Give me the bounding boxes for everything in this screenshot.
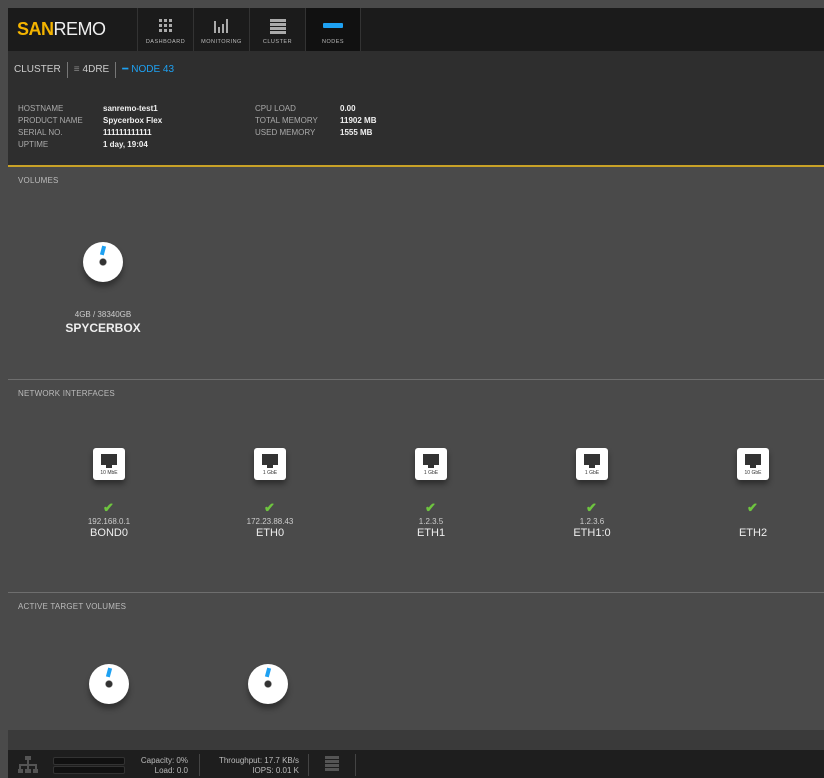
breadcrumb-cluster[interactable]: CLUSTER	[8, 64, 67, 75]
used-memory-label: USED MEMORY	[255, 128, 316, 137]
nav-dashboard-label: DASHBOARD	[145, 39, 186, 45]
interface-ip: 192.168.0.1	[87, 517, 131, 526]
nav-cluster-label: CLUSTER	[262, 39, 293, 45]
node-info-right: CPU LOAD 0.00 TOTAL MEMORY 11902 MB USED M…	[255, 103, 376, 139]
breadcrumb: CLUSTER ≡ 4DRE ━ NODE 43	[8, 51, 824, 88]
load-bar	[53, 766, 125, 774]
top-navigation: SAN REMO DASHBOARD MONITORING CLUSTER NOD…	[8, 8, 824, 51]
status-divider	[308, 754, 309, 776]
status-divider	[199, 754, 200, 776]
product-name-value: Spycerbox Flex	[103, 116, 163, 125]
network-port-icon[interactable]: 10 MbE	[93, 448, 125, 484]
server-stack-icon	[269, 17, 286, 35]
interface-ip: 1.2.3.6	[579, 517, 605, 526]
interface-item[interactable]: 192.168.0.1 BOND0	[64, 517, 154, 539]
interface-speed: 1 GbE	[584, 470, 600, 476]
sanremo-logo[interactable]: SAN REMO	[8, 8, 137, 51]
breadcrumb-node[interactable]: ━ NODE 43	[116, 64, 180, 75]
active-target-volumes-section: ACTIVE TARGET VOLUMES	[8, 593, 824, 730]
iops-text: IOPS: 0.01 K	[252, 766, 299, 775]
nav-nodes[interactable]: NODES	[305, 8, 361, 51]
throughput-text: Throughput: 17.7 KB/s	[218, 756, 299, 765]
volume-item[interactable]: 4GB / 38340GB SPYCERBOX	[53, 310, 153, 335]
interface-ip: 172.23.88.43	[246, 517, 294, 526]
breadcrumb-node-label: NODE 43	[131, 64, 175, 75]
nav-nodes-label: NODES	[321, 39, 345, 45]
interface-item[interactable]: 1.2.3.5 ETH1	[386, 517, 476, 539]
node-info-left: HOSTNAME sanremo-test1 PRODUCT NAME Spycer…	[18, 103, 162, 151]
grid-icon	[158, 17, 173, 35]
status-bar: Capacity: 0% Load: 0.0 Throughput: 17.7 …	[8, 730, 824, 778]
interface-name: ETH0	[255, 527, 285, 539]
checkmark-icon: ✔	[586, 500, 597, 515]
status-divider	[355, 754, 356, 776]
target-volume-disk-icon[interactable]	[248, 664, 288, 704]
total-memory-value: 11902 MB	[340, 116, 377, 125]
breadcrumb-group[interactable]: ≡ 4DRE	[68, 64, 116, 75]
node-icon: ━	[122, 64, 129, 75]
nav-dashboard[interactable]: DASHBOARD	[137, 8, 193, 51]
status-bar-strip	[8, 730, 824, 750]
serial-label: SERIAL NO.	[18, 128, 63, 137]
interface-speed: 10 GbE	[744, 470, 762, 476]
load-text: Load: 0.0	[154, 766, 188, 775]
checkmark-icon: ✔	[425, 500, 436, 515]
network-port-icon[interactable]: 1 GbE	[576, 448, 608, 484]
serial-value: 111111111111	[103, 128, 152, 137]
cpu-load-label: CPU LOAD	[255, 104, 296, 113]
interface-ip	[708, 517, 798, 527]
volume-size: 4GB / 38340GB	[74, 310, 132, 319]
network-title: NETWORK INTERFACES	[18, 389, 115, 398]
target-volume-disk-icon[interactable]	[89, 664, 129, 704]
interface-speed: 10 MbE	[100, 470, 118, 476]
nav-monitoring[interactable]: MONITORING	[193, 8, 249, 51]
node-info-panel: HOSTNAME sanremo-test1 PRODUCT NAME Spycer…	[8, 88, 824, 167]
volume-name: SPYCERBOX	[65, 321, 141, 335]
interface-item[interactable]: ETH2	[708, 517, 798, 539]
capacity-bar	[53, 757, 125, 765]
network-port-icon[interactable]: 1 GbE	[415, 448, 447, 484]
bar-chart-icon	[213, 17, 230, 35]
cpu-load-value: 0.00	[340, 104, 356, 113]
network-port-icon[interactable]: 1 GbE	[254, 448, 286, 484]
interface-name: ETH1:0	[573, 527, 611, 539]
volumes-title: VOLUMES	[18, 176, 59, 185]
network-icon	[18, 756, 38, 773]
interface-name: ETH2	[738, 527, 768, 539]
volumes-section: VOLUMES 4GB / 38340GB SPYCERBOX	[8, 167, 824, 379]
nav-monitoring-label: MONITORING	[201, 39, 242, 45]
interface-name: ETH1	[416, 527, 446, 539]
breadcrumb-group-label: 4DRE	[82, 64, 110, 75]
interface-speed: 1 GbE	[262, 470, 278, 476]
node-icon	[323, 17, 343, 35]
network-interfaces-section: NETWORK INTERFACES 10 MbE ✔ 192.168.0.1 …	[8, 380, 824, 592]
interface-ip: 1.2.3.5	[418, 517, 444, 526]
logo-part-2: REMO	[53, 19, 107, 39]
checkmark-icon: ✔	[264, 500, 275, 515]
uptime-label: UPTIME	[18, 140, 49, 149]
used-memory-value: 1555 MB	[340, 128, 373, 137]
targets-title: ACTIVE TARGET VOLUMES	[18, 602, 127, 611]
interface-speed: 1 GbE	[423, 470, 439, 476]
list-icon: ≡	[73, 64, 80, 75]
server-stack-icon	[325, 756, 339, 771]
logo-part-1: SAN	[17, 19, 54, 39]
checkmark-icon: ✔	[103, 500, 114, 515]
checkmark-icon: ✔	[747, 500, 758, 515]
interface-name: BOND0	[90, 527, 128, 539]
product-name-label: PRODUCT NAME	[18, 116, 83, 125]
network-port-icon[interactable]: 10 GbE	[737, 448, 769, 484]
uptime-value: 1 day, 19:04	[103, 140, 148, 149]
total-memory-label: TOTAL MEMORY	[255, 116, 318, 125]
capacity-text: Capacity: 0%	[140, 756, 188, 765]
volume-disk-icon[interactable]	[83, 242, 123, 282]
nav-cluster[interactable]: CLUSTER	[249, 8, 305, 51]
interface-item[interactable]: 172.23.88.43 ETH0	[225, 517, 315, 539]
interface-item[interactable]: 1.2.3.6 ETH1:0	[547, 517, 637, 539]
hostname-label: HOSTNAME	[18, 104, 64, 113]
hostname-value: sanremo-test1	[103, 104, 158, 113]
